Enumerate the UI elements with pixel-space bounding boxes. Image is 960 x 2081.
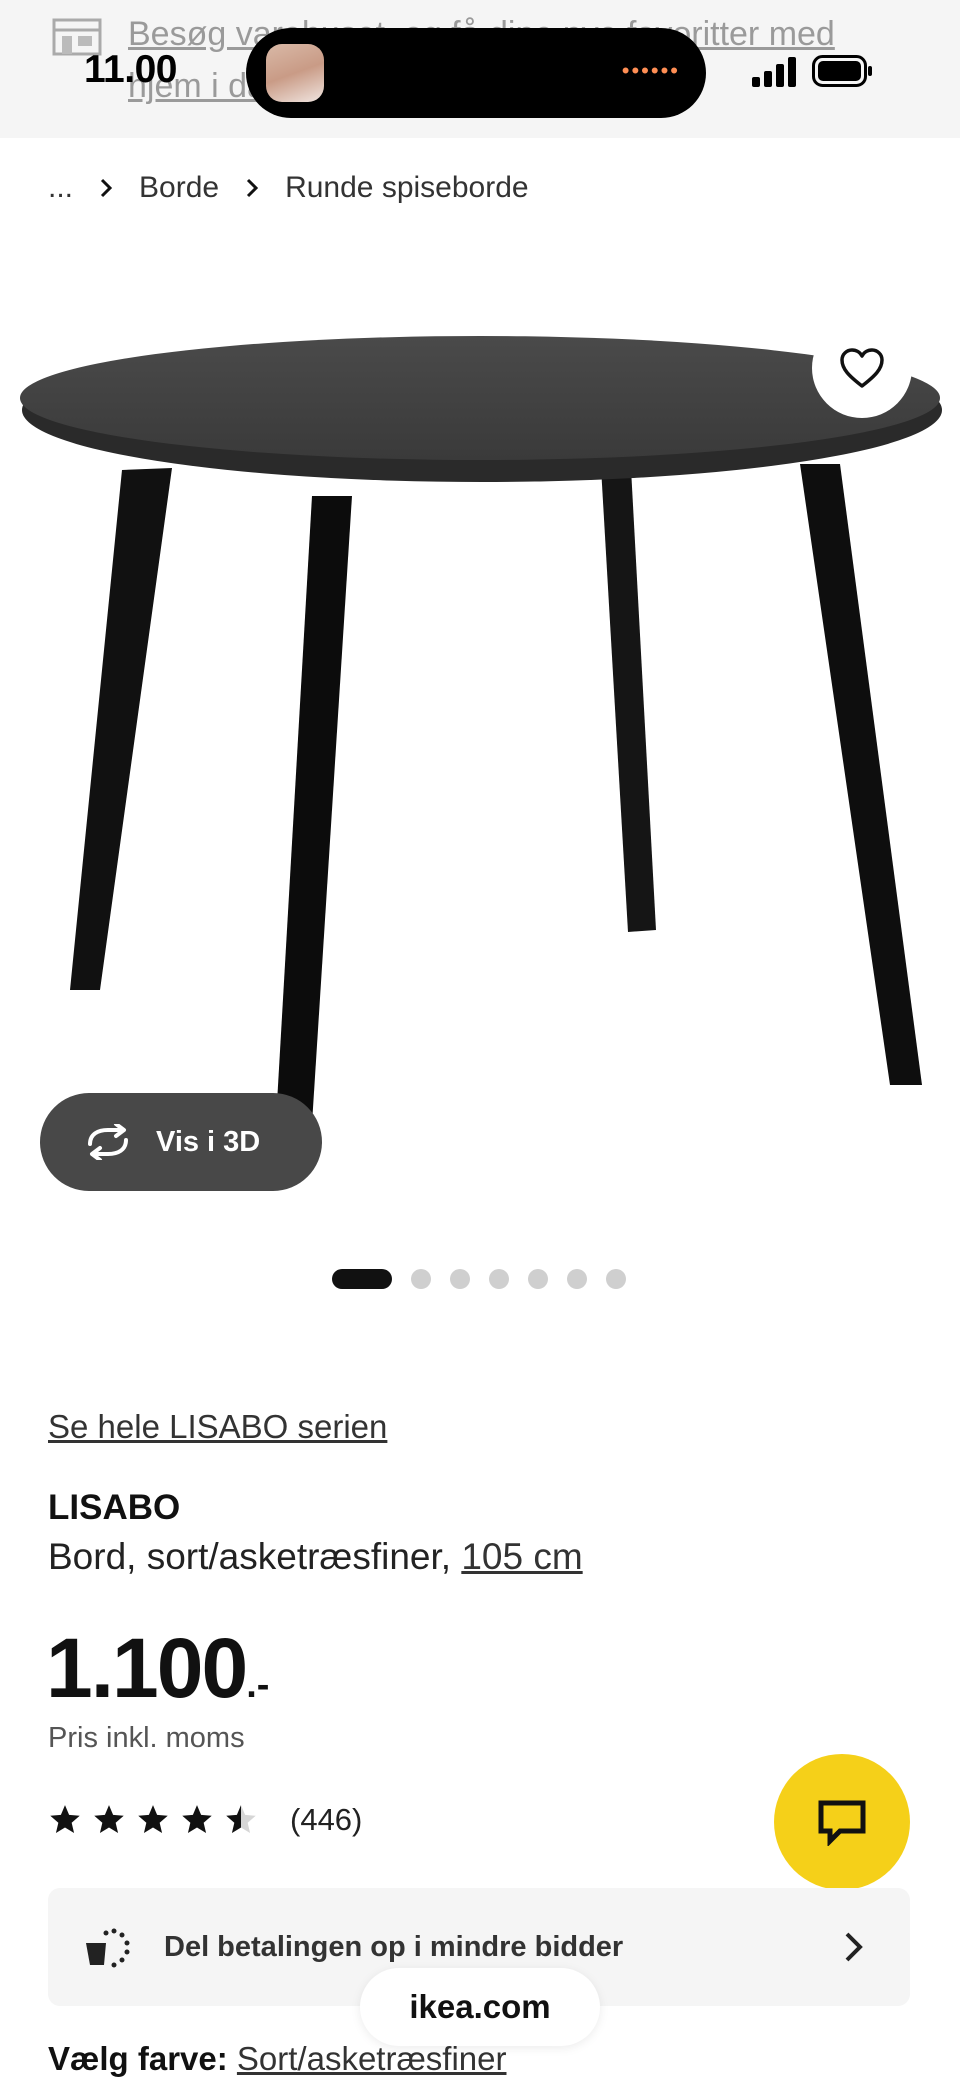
carousel-dot[interactable] [489, 1269, 509, 1289]
product-description: Bord, sort/asketræsfiner, 105 cm [48, 1536, 583, 1578]
image-carousel-indicator [332, 1268, 645, 1290]
battery-icon [812, 55, 872, 87]
chevron-right-icon [247, 178, 259, 198]
color-label: Vælg farve: [48, 2040, 228, 2077]
star-icon [182, 1805, 212, 1834]
star-icon [50, 1805, 80, 1834]
browser-url-pill[interactable]: ikea.com [360, 1968, 600, 2046]
installment-payment-label: Del betalingen op i mindre bidder [164, 1930, 624, 1963]
breadcrumb: ... Borde Runde spiseborde [48, 166, 529, 210]
rotate-3d-icon [88, 1124, 128, 1160]
carousel-dot[interactable] [332, 1269, 392, 1289]
dynamic-island: •••••• [246, 28, 706, 118]
chat-icon [818, 1800, 866, 1846]
carousel-dot[interactable] [606, 1269, 626, 1289]
carousel-dot[interactable] [450, 1269, 470, 1289]
series-link[interactable]: Se hele LISABO serien [48, 1408, 387, 1446]
price-suffix: .- [246, 1664, 270, 1706]
chevron-right-icon [845, 1932, 863, 1962]
price-note: Pris inkl. moms [48, 1722, 245, 1754]
carousel-dot[interactable] [528, 1269, 548, 1289]
payment-split-icon [86, 1928, 130, 1968]
product-description-text: Bord, sort/asketræsfiner, [48, 1536, 452, 1577]
carousel-dot[interactable] [567, 1269, 587, 1289]
product-name: LISABO [48, 1488, 181, 1527]
product-image[interactable] [0, 300, 960, 1130]
chat-button[interactable] [774, 1754, 910, 1890]
favorite-button[interactable] [812, 318, 912, 418]
star-icon [94, 1805, 124, 1834]
breadcrumb-more[interactable]: ... [48, 171, 73, 205]
breadcrumb-borde[interactable]: Borde [139, 171, 219, 205]
view-3d-button[interactable]: Vis i 3D [40, 1093, 322, 1191]
chevron-right-icon [100, 178, 113, 198]
rating-count: (446) [290, 1802, 363, 1837]
island-avatar [266, 44, 324, 102]
price-value: 1.100 [46, 1621, 248, 1715]
half-star-icon [226, 1805, 256, 1834]
signal-icon [752, 57, 796, 87]
island-waveform-icon: •••••• [621, 58, 680, 83]
rating[interactable]: (446) [48, 1800, 362, 1840]
star-icon [138, 1805, 168, 1834]
heart-icon [840, 348, 884, 388]
breadcrumb-runde-spiseborde[interactable]: Runde spiseborde [285, 171, 529, 205]
status-time: 11.00 [84, 48, 177, 91]
view-3d-label: Vis i 3D [156, 1125, 261, 1158]
price: 1.100.- [46, 1620, 269, 1717]
carousel-dot[interactable] [411, 1269, 431, 1289]
size-link[interactable]: 105 cm [461, 1536, 582, 1577]
